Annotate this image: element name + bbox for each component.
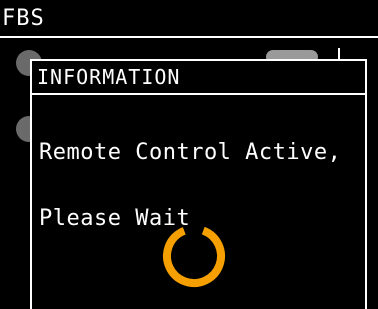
title-bar: FBS <box>0 0 378 38</box>
screen: FBS INFORMATION Remote Control Active, P… <box>0 0 378 309</box>
dialog-title: INFORMATION <box>37 65 181 89</box>
app-title: FBS <box>2 6 45 31</box>
dialog-header: INFORMATION <box>32 61 365 95</box>
information-dialog: INFORMATION Remote Control Active, Pleas… <box>30 59 367 309</box>
dialog-message-line-1: Remote Control Active, <box>39 140 342 165</box>
spinner-arc <box>163 224 225 287</box>
loading-spinner-icon <box>163 224 225 287</box>
